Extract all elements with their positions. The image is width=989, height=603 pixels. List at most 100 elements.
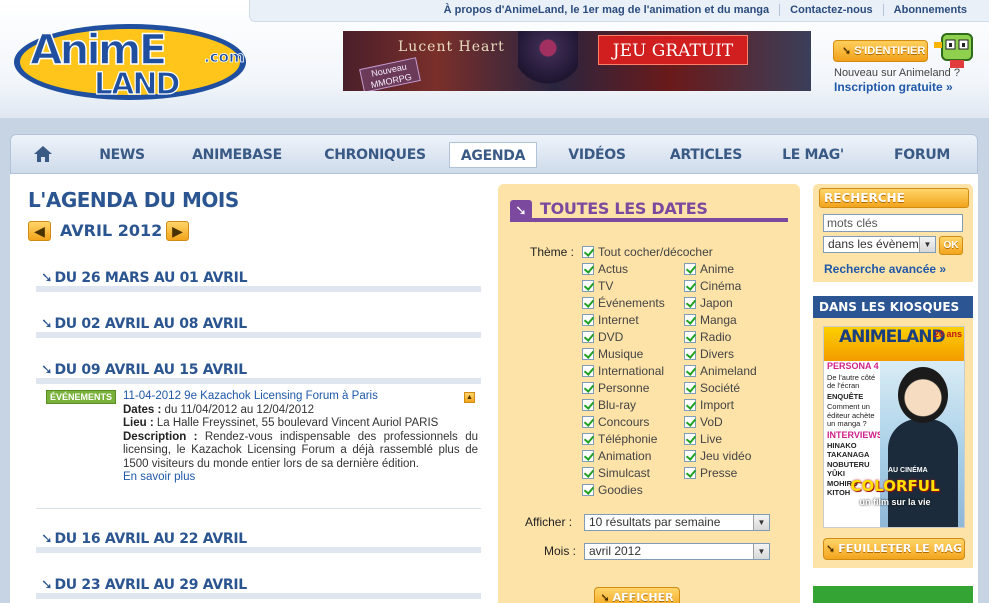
- week-header[interactable]: ➘ DU 02 AVRIL AU 08 AVRIL: [36, 316, 481, 338]
- event-headline[interactable]: 11-04-2012 9e Kazachok Licensing Forum à…: [123, 390, 478, 404]
- login-button[interactable]: ➘ S'IDENTIFIER: [833, 40, 928, 62]
- next-month-button[interactable]: ▶: [166, 221, 189, 241]
- week-text: DU 16 AVRIL AU 22 AVRIL: [54, 531, 247, 547]
- results-per-week-select[interactable]: 10 résultats par semaine ▼: [584, 514, 770, 531]
- week-text: DU 09 AVRIL AU 15 AVRIL: [54, 362, 247, 378]
- week-header[interactable]: ➘ DU 09 AVRIL AU 15 AVRIL: [36, 362, 481, 384]
- theme-checkbox[interactable]: Blu-ray: [582, 398, 636, 413]
- theme-checkbox[interactable]: Simulcast: [582, 466, 650, 481]
- search-ok-button[interactable]: OK: [939, 236, 963, 255]
- dropdown-arrow-icon: ▼: [753, 515, 769, 530]
- description-label: Description :: [123, 430, 198, 443]
- nav-agenda[interactable]: AGENDA: [449, 142, 537, 168]
- week-header[interactable]: ➘ DU 16 AVRIL AU 22 AVRIL: [36, 531, 481, 553]
- theme-checkbox[interactable]: Presse: [684, 466, 737, 481]
- checkbox-label: Société: [700, 381, 741, 395]
- search-scope-select[interactable]: dans les évènem ▼: [823, 236, 936, 253]
- nav-le-mag[interactable]: LE MAG': [777, 142, 849, 168]
- cover-line: ENQUÊTE: [824, 392, 882, 403]
- theme-checkbox[interactable]: Société: [684, 381, 740, 396]
- theme-checkbox[interactable]: Japon: [684, 296, 733, 311]
- ad-banner[interactable]: Lucent Heart JEU GRATUIT Nouveau MMORPG: [343, 31, 811, 91]
- theme-checkbox[interactable]: Goodies: [582, 483, 643, 498]
- collapse-icon[interactable]: ▲: [464, 392, 475, 403]
- search-input[interactable]: mots clés: [823, 214, 963, 232]
- magazine-cover[interactable]: ANIMELAND 20 ans PERSONA 4 De l'autre cô…: [823, 326, 965, 528]
- theme-checkbox[interactable]: DVD: [582, 330, 623, 345]
- checkbox-icon: [684, 399, 696, 411]
- arrow-left-icon: ◀: [34, 223, 45, 239]
- theme-checkbox[interactable]: Événements: [582, 296, 665, 311]
- arrow-icon: ➘: [842, 45, 852, 57]
- filter-panel: ➘ TOUTES LES DATES Thème : Tout cocher/d…: [498, 184, 800, 603]
- signup-link[interactable]: Inscription gratuite »: [834, 80, 953, 94]
- login-label: S'IDENTIFIER: [854, 45, 926, 57]
- theme-checkbox[interactable]: Anime: [684, 262, 734, 277]
- week-label: ➘ DU 26 MARS AU 01 AVRIL: [41, 270, 248, 286]
- theme-checkbox[interactable]: Personne: [582, 381, 649, 396]
- theme-checkbox[interactable]: Import: [684, 398, 734, 413]
- theme-checkbox[interactable]: Concours: [582, 415, 649, 430]
- banner-cta: JEU GRATUIT: [598, 35, 748, 65]
- event-description: Description : Rendez-vous indispensable …: [123, 431, 478, 472]
- theme-checkbox[interactable]: Internet: [582, 313, 639, 328]
- cover-figure-face: [898, 367, 948, 423]
- checkbox-icon: [684, 467, 696, 479]
- filter-header: ➘ TOUTES LES DATES: [510, 198, 788, 222]
- theme-checkbox[interactable]: Divers: [684, 347, 734, 362]
- week-header[interactable]: ➘ DU 23 AVRIL AU 29 AVRIL: [36, 577, 481, 599]
- month-select[interactable]: avril 2012 ▼: [584, 543, 770, 560]
- checkbox-label: Goodies: [598, 483, 643, 497]
- arrow-icon: ➘: [41, 270, 53, 286]
- nav-animebase[interactable]: ANIMEBASE: [187, 142, 287, 168]
- advanced-search-link[interactable]: Recherche avancée »: [824, 262, 946, 276]
- home-icon[interactable]: [33, 145, 53, 163]
- nav-videos[interactable]: VIDÉOS: [561, 142, 633, 168]
- checkbox-label: Radio: [700, 330, 732, 344]
- ad-box[interactable]: [813, 586, 973, 603]
- arrow-icon: ➘: [510, 200, 532, 220]
- lieu-value: La Halle Freyssinet, 55 boulevard Vincen…: [153, 417, 439, 429]
- theme-checkbox[interactable]: Jeu vidéo: [684, 449, 751, 464]
- nav-articles[interactable]: ARTICLES: [663, 142, 749, 168]
- checkbox-icon: [684, 433, 696, 445]
- afficher-button[interactable]: ➘ AFFICHER: [594, 587, 680, 603]
- animeland-logo[interactable]: AnimE .com LAND: [12, 12, 260, 102]
- theme-checkbox[interactable]: Radio: [684, 330, 731, 345]
- checkbox-label: Presse: [700, 466, 738, 480]
- checkbox-icon: [582, 280, 594, 292]
- theme-checkbox[interactable]: Animation: [582, 449, 651, 464]
- theme-checkbox[interactable]: International: [582, 364, 664, 379]
- nav-news[interactable]: NEWS: [91, 142, 153, 168]
- subscriptions-link[interactable]: Abonnements: [882, 4, 977, 16]
- theme-checkbox[interactable]: VoD: [684, 415, 723, 430]
- theme-checkbox[interactable]: Cinéma: [684, 279, 741, 294]
- checkbox-icon: [582, 348, 594, 360]
- cover-line: INTERVIEWS: [824, 430, 883, 442]
- nav-chroniques[interactable]: CHRONIQUES: [319, 142, 431, 168]
- contact-link[interactable]: Contactez-nous: [779, 4, 883, 16]
- about-link[interactable]: À propos d'AnimeLand, le 1er mag de l'an…: [434, 4, 780, 16]
- checkbox-icon: [582, 314, 594, 326]
- checkbox-icon: [684, 331, 696, 343]
- theme-checkbox[interactable]: Live: [684, 432, 722, 447]
- week-bar: [36, 593, 481, 599]
- theme-checkbox[interactable]: Musique: [582, 347, 643, 362]
- theme-checkbox[interactable]: Animeland: [684, 364, 757, 379]
- theme-checkbox[interactable]: TV: [582, 279, 613, 294]
- theme-checkbox[interactable]: Manga: [684, 313, 737, 328]
- theme-checkbox[interactable]: Téléphonie: [582, 432, 657, 447]
- checkbox-label: Actus: [598, 262, 629, 276]
- check-all-checkbox[interactable]: Tout cocher/décocher: [582, 245, 713, 260]
- feuilleter-button[interactable]: ➘ FEUILLETER LE MAG: [823, 538, 965, 560]
- read-more-link[interactable]: En savoir plus: [123, 471, 478, 485]
- prev-month-button[interactable]: ◀: [28, 221, 51, 241]
- current-month: AVRIL 2012: [60, 221, 163, 240]
- week-label: ➘ DU 09 AVRIL AU 15 AVRIL: [41, 362, 247, 378]
- nav-forum[interactable]: FORUM: [883, 142, 961, 168]
- checkbox-label: Cinéma: [700, 279, 742, 293]
- checkbox-label: Personne: [598, 381, 650, 395]
- theme-checkbox[interactable]: Actus: [582, 262, 628, 277]
- week-header[interactable]: ➘ DU 26 MARS AU 01 AVRIL: [36, 270, 481, 292]
- site-header: À propos d'AnimeLand, le 1er mag de l'an…: [0, 0, 989, 118]
